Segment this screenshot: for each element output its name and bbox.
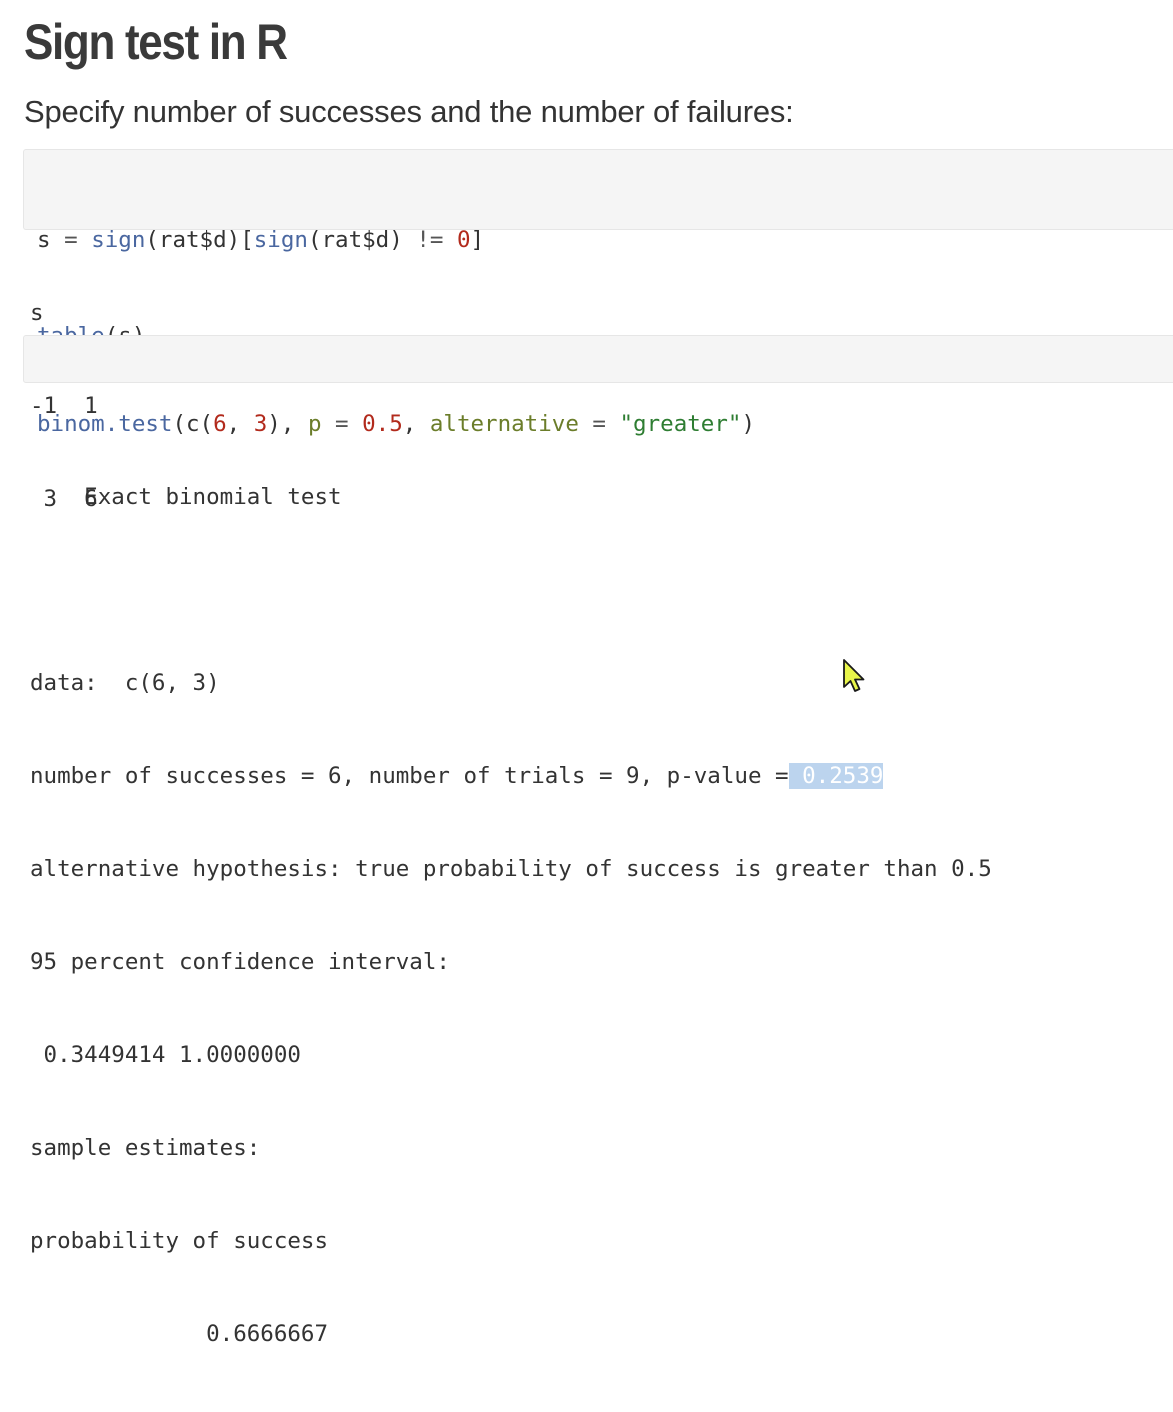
mouse-pointer-icon (843, 659, 865, 692)
code-token-op: != (416, 227, 444, 253)
code-token-fn: sign (253, 227, 308, 253)
output-line: s (30, 300, 44, 326)
code-line-1: s = sign(rat$d)[sign(rat$d) != 0] (37, 224, 1173, 256)
output-estimate-value: 0.6666667 (30, 1321, 329, 1347)
code-token-number: 0 (456, 227, 471, 253)
code-token-plain: ] (470, 227, 485, 253)
output-blank-line (30, 575, 992, 606)
slide: Sign test in R Specify number of success… (0, 0, 1173, 1347)
output-ci-label: 95 percent confidence interval: (30, 949, 450, 975)
code-token-fn: sign (91, 227, 146, 253)
output-ci-values: 0.3449414 1.0000000 (30, 1042, 301, 1068)
output-heading: Exact binomial test (30, 484, 342, 510)
code-chunk-2: binom.test(c(6, 3), p = 0.5, alternative… (23, 335, 1173, 437)
code-token-plain: (rat$d)[ (145, 227, 254, 253)
selected-pvalue[interactable]: 0.2539 (788, 763, 884, 789)
output-estimate-name: probability of success (30, 1228, 329, 1254)
output-estimates-label: sample estimates: (30, 1135, 261, 1161)
output-successes-text: number of successes = 6, number of trial… (30, 763, 789, 789)
output-binom-test: Exact binomial test data: c(6, 3) number… (30, 420, 992, 1412)
output-alt-hypothesis: alternative hypothesis: true probability… (30, 856, 992, 882)
code-chunk-1: s = sign(rat$d)[sign(rat$d) != 0] table(… (23, 149, 1173, 349)
output-successes-line: number of successes = 6, number of trial… (30, 761, 992, 792)
code-token-plain: (rat$d) (307, 227, 417, 253)
slide-title: Sign test in R (24, 14, 288, 70)
slide-subtitle: Specify number of successes and the numb… (24, 94, 794, 129)
